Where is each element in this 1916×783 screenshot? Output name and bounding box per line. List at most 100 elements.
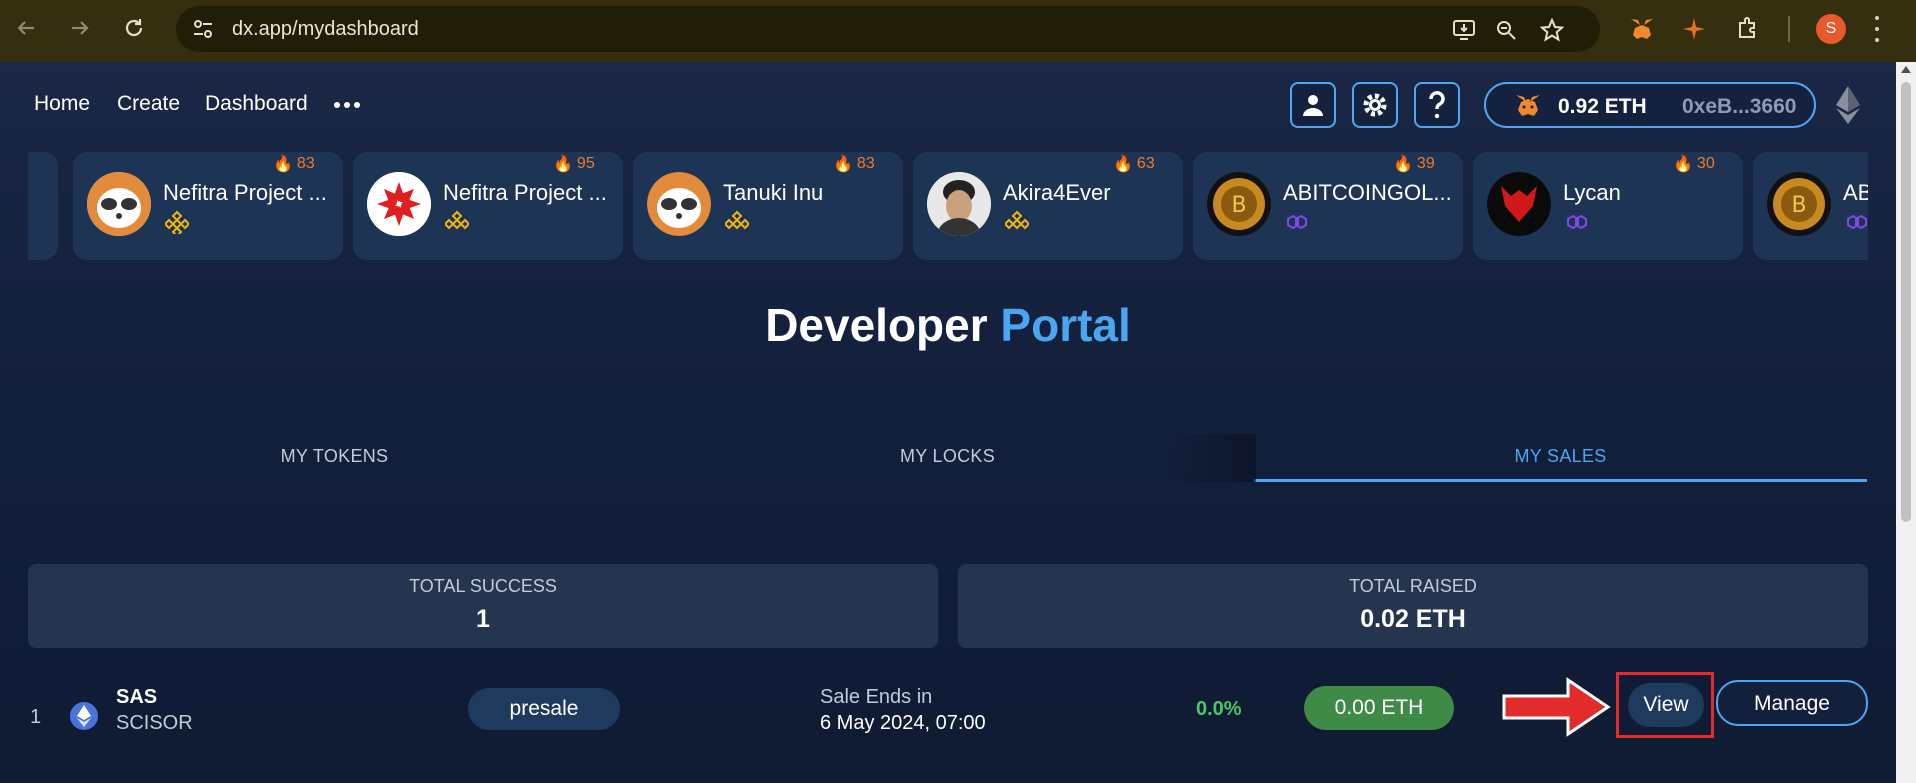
svg-text:B: B	[1791, 193, 1806, 218]
trending-card-name: Akira4Ever	[1003, 180, 1111, 205]
trending-card[interactable]: Lycan 🔥 30	[1473, 152, 1743, 260]
metamask-extension-icon[interactable]	[1628, 15, 1656, 43]
tab-my-sales[interactable]: MY SALES	[1254, 434, 1867, 482]
more-menu-icon[interactable]	[334, 102, 360, 108]
back-icon[interactable]	[12, 14, 40, 42]
bnb-chain-icon	[445, 210, 469, 230]
trending-card[interactable]: Tanuki Inu 🔥 83	[633, 152, 903, 260]
tanuki-avatar	[647, 172, 711, 236]
trending-card-name: ABITCOINGOL...	[1283, 180, 1452, 205]
total-raised-value: 0.02 ETH	[1360, 605, 1466, 633]
extensions-icon[interactable]	[1734, 15, 1762, 43]
profile-avatar[interactable]: S	[1816, 14, 1846, 44]
fire-icon: 🔥	[1393, 156, 1413, 173]
wallet-balance: 0.92 ETH	[1558, 95, 1647, 118]
page-content: Home Create Dashboard 0.92 ETH 0xeB...36…	[0, 62, 1896, 783]
trending-card-name: Nefitra Project ...	[163, 180, 327, 205]
trending-score: 🔥 63	[1113, 155, 1155, 173]
wallet-button[interactable]: 0.92 ETH 0xeB...3660	[1484, 82, 1816, 128]
nav-dashboard-link[interactable]: Dashboard	[205, 92, 308, 116]
install-app-icon[interactable]	[1452, 18, 1476, 42]
sale-token-name: SCISOR	[116, 712, 193, 734]
bookmark-star-icon[interactable]	[1540, 18, 1564, 42]
fire-icon: 🔥	[273, 156, 293, 173]
trending-card-name: Lycan	[1563, 180, 1621, 205]
bnb-chain-icon	[165, 210, 189, 234]
sale-index: 1	[30, 706, 42, 728]
trending-card-name: Nefitra Project ...	[443, 180, 607, 205]
browser-menu-icon[interactable]	[1872, 16, 1882, 42]
trending-card[interactable]: Akira4Ever 🔥 63	[913, 152, 1183, 260]
trending-score: 🔥 39	[1393, 155, 1435, 173]
trending-score: 🔥 83	[833, 155, 875, 173]
trending-card[interactable]: Nefitra Project ... 🔥 95	[353, 152, 623, 260]
bnb-chain-icon	[1005, 210, 1029, 230]
nav-home-link[interactable]: Home	[34, 92, 90, 116]
trending-card[interactable]: Nefitra Project ... 🔥 83	[73, 152, 343, 260]
svg-text:B: B	[1231, 193, 1246, 218]
page-title-part2: Portal	[1000, 299, 1131, 351]
reload-icon[interactable]	[120, 14, 148, 42]
polygon-chain-icon	[1567, 214, 1587, 230]
nav-create-link[interactable]: Create	[117, 92, 180, 116]
polygon-chain-icon	[1847, 214, 1867, 230]
sale-type-badge: presale	[468, 688, 620, 730]
abitcoin-avatar: B	[1767, 172, 1831, 236]
total-raised-label: TOTAL RAISED	[1349, 576, 1477, 596]
scroll-up-icon[interactable]	[1901, 66, 1911, 73]
total-raised-card: TOTAL RAISED 0.02 ETH	[958, 564, 1868, 648]
fire-icon: 🔥	[833, 156, 853, 173]
address-bar[interactable]: dx.app/mydashboard	[176, 6, 1600, 52]
zoom-icon[interactable]	[1494, 18, 1518, 42]
total-success-value: 1	[476, 605, 490, 633]
user-icon	[1303, 95, 1323, 116]
bnb-chain-icon	[725, 210, 749, 230]
tanuki-avatar	[87, 172, 151, 236]
total-success-label: TOTAL SUCCESS	[409, 576, 557, 596]
forward-icon[interactable]	[66, 14, 94, 42]
tab-hover-shade	[1166, 434, 1256, 482]
trending-score: 🔥 95	[553, 155, 595, 173]
toolbar-divider	[1788, 16, 1790, 42]
ethereum-network-icon[interactable]	[1836, 86, 1860, 124]
ethereum-coin-icon	[70, 702, 98, 730]
sparkle-extension-icon[interactable]	[1680, 15, 1708, 43]
trending-tokens-strip: Nefitra Project ... 🔥 83 Nefitra Project …	[28, 152, 1868, 260]
annotation-arrow-icon	[1502, 677, 1611, 737]
trending-score: 🔥 83	[273, 155, 315, 173]
sale-ends-label: Sale Ends in	[820, 686, 933, 708]
scrollbar-thumb[interactable]	[1901, 82, 1911, 522]
manage-button[interactable]: Manage	[1716, 680, 1868, 726]
question-icon	[1429, 91, 1445, 119]
wallet-address: 0xeB...3660	[1682, 95, 1797, 118]
trending-card-name: AB	[1843, 180, 1868, 205]
url-text[interactable]: dx.app/mydashboard	[232, 18, 419, 41]
sale-ends-value: 6 May 2024, 07:00	[820, 712, 986, 734]
settings-button[interactable]	[1352, 82, 1398, 128]
sale-raised-badge: 0.00 ETH	[1304, 686, 1454, 730]
view-button[interactable]: View	[1628, 683, 1704, 727]
dashboard-tabs: MY TOKENS MY LOCKS MY SALES	[28, 434, 1868, 482]
page-title: Developer Portal	[0, 298, 1896, 352]
page-title-part1: Developer	[765, 299, 988, 351]
tab-my-locks[interactable]: MY LOCKS	[641, 434, 1254, 482]
browser-toolbar: dx.app/mydashboard S	[0, 0, 1916, 62]
trending-card-name: Tanuki Inu	[723, 180, 824, 205]
site-settings-icon[interactable]	[192, 18, 214, 40]
trending-card[interactable]: B AB	[1753, 152, 1868, 260]
help-button[interactable]	[1414, 82, 1460, 128]
fire-icon: 🔥	[1113, 156, 1133, 173]
akira-avatar	[927, 172, 991, 236]
metamask-fox-icon	[1516, 95, 1540, 116]
fire-icon: 🔥	[553, 156, 573, 173]
trending-score: 🔥 30	[1673, 155, 1715, 173]
lycan-avatar	[1487, 172, 1551, 236]
total-success-card: TOTAL SUCCESS 1	[28, 564, 938, 648]
sale-token-symbol: SAS	[116, 686, 158, 708]
trending-card-partial[interactable]	[28, 152, 58, 260]
polygon-chain-icon	[1287, 214, 1307, 230]
account-button[interactable]	[1290, 82, 1336, 128]
tab-my-tokens[interactable]: MY TOKENS	[28, 434, 641, 482]
trending-card[interactable]: B ABITCOINGOL... 🔥 39	[1193, 152, 1463, 260]
page-scrollbar[interactable]	[1896, 62, 1916, 783]
